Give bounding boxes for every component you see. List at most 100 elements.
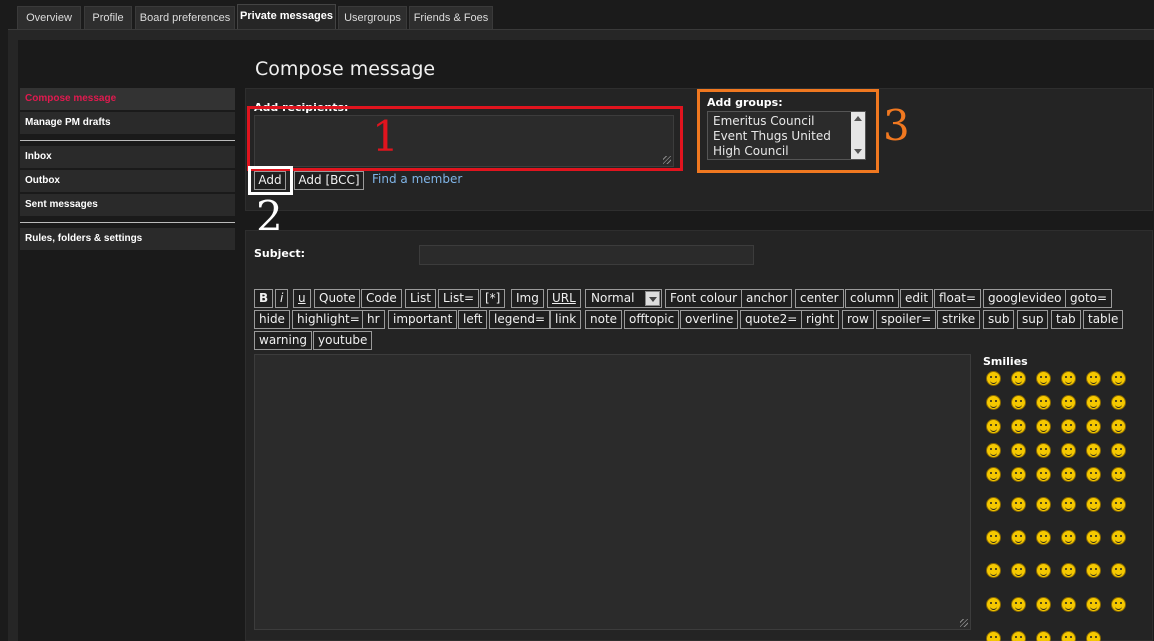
nav-rules-folders-settings[interactable]: Rules, folders & settings [20, 228, 235, 250]
important-button[interactable]: important [388, 310, 458, 329]
strike-button[interactable]: strike [937, 310, 981, 329]
note-button[interactable]: note [585, 310, 623, 329]
font-colour-button[interactable]: Font colour [665, 289, 743, 308]
goto-button[interactable]: goto= [1065, 289, 1113, 308]
smiley-icon[interactable] [1061, 597, 1076, 612]
anchor-button[interactable]: anchor [741, 289, 793, 308]
smiley-icon[interactable] [1036, 419, 1051, 434]
row-button[interactable]: row [842, 310, 874, 329]
smiley-icon[interactable] [1111, 563, 1126, 578]
smiley-icon[interactable] [1011, 371, 1026, 386]
smiley-icon[interactable] [1011, 467, 1026, 482]
tab-board-preferences[interactable]: Board preferences [135, 6, 235, 30]
right-button[interactable]: right [801, 310, 840, 329]
smiley-icon[interactable] [986, 467, 1001, 482]
smiley-icon[interactable] [1011, 597, 1026, 612]
list-item-button[interactable]: [*] [480, 289, 506, 308]
smiley-icon[interactable] [1036, 467, 1051, 482]
smiley-icon[interactable] [986, 597, 1001, 612]
img-button[interactable]: Img [511, 289, 544, 308]
smiley-icon[interactable] [1111, 371, 1126, 386]
find-member-link[interactable]: Find a member [372, 172, 462, 186]
overline-button[interactable]: overline [680, 310, 739, 329]
left-button[interactable]: left [458, 310, 488, 329]
smiley-icon[interactable] [1061, 443, 1076, 458]
smiley-icon[interactable] [1061, 419, 1076, 434]
tab-button[interactable]: tab [1051, 310, 1081, 329]
nav-inbox[interactable]: Inbox [20, 146, 235, 168]
smiley-icon[interactable] [1086, 631, 1101, 641]
smiley-icon[interactable] [1061, 467, 1076, 482]
smiley-icon[interactable] [1011, 497, 1026, 512]
smiley-icon[interactable] [1036, 497, 1051, 512]
smiley-icon[interactable] [1061, 631, 1076, 641]
smiley-icon[interactable] [1061, 563, 1076, 578]
tab-overview[interactable]: Overview [17, 6, 81, 30]
smiley-icon[interactable] [1011, 443, 1026, 458]
smiley-icon[interactable] [1011, 631, 1026, 641]
tab-private-messages[interactable]: Private messages [237, 4, 336, 30]
youtube-button[interactable]: youtube [313, 331, 373, 350]
list-button[interactable]: List [405, 289, 436, 308]
hr-button[interactable]: hr [362, 310, 385, 329]
tab-profile[interactable]: Profile [84, 6, 132, 30]
smiley-icon[interactable] [986, 497, 1001, 512]
smiley-icon[interactable] [1011, 419, 1026, 434]
add-bcc-button[interactable]: Add [BCC] [294, 171, 364, 190]
url-button[interactable]: URL [547, 289, 581, 308]
smiley-icon[interactable] [1061, 497, 1076, 512]
smiley-icon[interactable] [1011, 530, 1026, 545]
tab-usergroups[interactable]: Usergroups [338, 6, 407, 30]
bold-button[interactable]: B [254, 289, 274, 308]
smiley-icon[interactable] [1036, 443, 1051, 458]
italic-button[interactable]: i [275, 289, 289, 308]
smiley-icon[interactable] [986, 631, 1001, 641]
edit-button[interactable]: edit [900, 289, 934, 308]
smiley-icon[interactable] [1036, 395, 1051, 410]
smiley-icon[interactable] [1111, 530, 1126, 545]
smiley-icon[interactable] [986, 563, 1001, 578]
quote-button[interactable]: Quote [314, 289, 361, 308]
smiley-icon[interactable] [1086, 530, 1101, 545]
smiley-icon[interactable] [1086, 395, 1101, 410]
smiley-icon[interactable] [1111, 419, 1126, 434]
googlevideo-button[interactable]: googlevideo [983, 289, 1067, 308]
smiley-icon[interactable] [1036, 530, 1051, 545]
tab-friends-foes[interactable]: Friends & Foes [409, 6, 493, 30]
nav-compose-message[interactable]: Compose message [20, 88, 235, 110]
smiley-icon[interactable] [1011, 395, 1026, 410]
highlight-button[interactable]: highlight= [292, 310, 365, 329]
nav-outbox[interactable]: Outbox [20, 170, 235, 192]
smiley-icon[interactable] [1061, 395, 1076, 410]
smiley-icon[interactable] [1111, 597, 1126, 612]
smiley-icon[interactable] [1011, 563, 1026, 578]
table-button[interactable]: table [1083, 310, 1124, 329]
link-button[interactable]: link [550, 310, 582, 329]
smiley-icon[interactable] [1111, 467, 1126, 482]
hide-button[interactable]: hide [254, 310, 290, 329]
smiley-icon[interactable] [1086, 371, 1101, 386]
smiley-icon[interactable] [1036, 631, 1051, 641]
smiley-icon[interactable] [1061, 371, 1076, 386]
quote2-button[interactable]: quote2= [740, 310, 803, 329]
code-button[interactable]: Code [361, 289, 402, 308]
sup-button[interactable]: sup [1017, 310, 1049, 329]
smiley-icon[interactable] [986, 530, 1001, 545]
offtopic-button[interactable]: offtopic [624, 310, 680, 329]
subject-input[interactable] [419, 245, 754, 265]
smiley-icon[interactable] [1086, 563, 1101, 578]
smiley-icon[interactable] [1111, 497, 1126, 512]
sub-button[interactable]: sub [983, 310, 1015, 329]
smiley-icon[interactable] [1036, 371, 1051, 386]
smiley-icon[interactable] [1036, 597, 1051, 612]
smiley-icon[interactable] [1086, 443, 1101, 458]
nav-manage-pm-drafts[interactable]: Manage PM drafts [20, 112, 235, 134]
smiley-icon[interactable] [986, 395, 1001, 410]
message-body-input[interactable] [254, 354, 971, 630]
smiley-icon[interactable] [1111, 443, 1126, 458]
smiley-icon[interactable] [1086, 497, 1101, 512]
spoiler-button[interactable]: spoiler= [876, 310, 937, 329]
resize-grip-icon[interactable] [960, 619, 968, 627]
float-button[interactable]: float= [934, 289, 982, 308]
smiley-icon[interactable] [1111, 395, 1126, 410]
